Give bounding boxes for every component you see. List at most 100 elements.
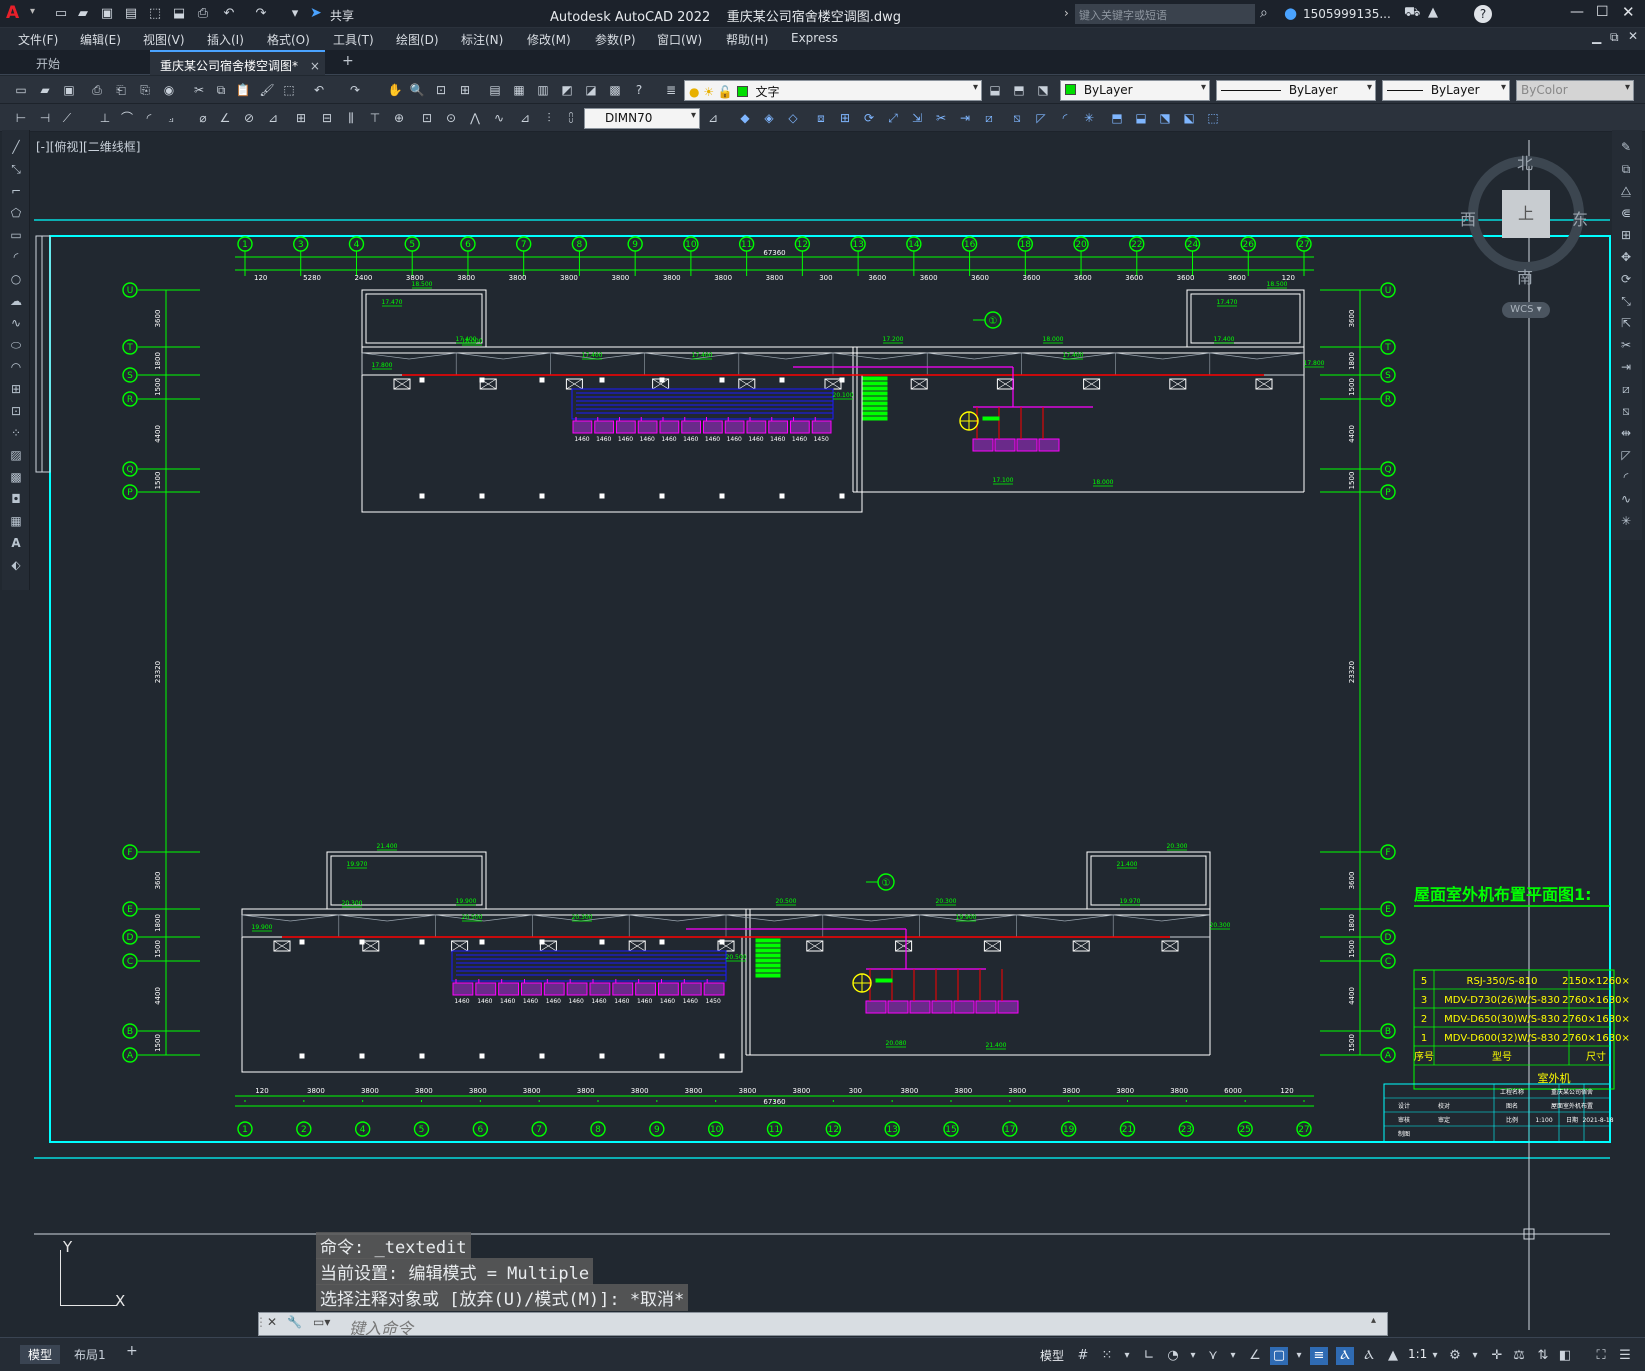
copy-icon[interactable]: ⧉ (1617, 160, 1635, 178)
search-icon[interactable]: ⌕ (1260, 5, 1268, 21)
stretch-icon[interactable]: ⇱ (1617, 314, 1635, 332)
move-icon[interactable]: ◆ (736, 109, 754, 127)
layer-previous-icon[interactable]: ⬒ (1010, 81, 1028, 99)
menu-format[interactable]: 格式(O) (267, 31, 310, 48)
break-icon[interactable]: ⧄ (980, 109, 998, 127)
draworder-under-icon[interactable]: ⬕ (1180, 109, 1198, 127)
user-name[interactable]: 1505999135... (1303, 7, 1391, 21)
tool-palettes-icon[interactable]: ▥ (534, 81, 552, 99)
ellipse-icon[interactable]: ⬭ (7, 336, 25, 354)
spline-icon[interactable]: ∿ (7, 314, 25, 332)
calculator-icon[interactable]: ▩ (606, 81, 624, 99)
jogged-dim-icon[interactable]: ⟓ (162, 109, 180, 127)
rotate-icon[interactable]: ⟳ (860, 109, 878, 127)
fillet-icon[interactable]: ◜ (1056, 109, 1074, 127)
tolerance-icon[interactable]: ⊤ (366, 109, 384, 127)
zoom-window-icon[interactable]: ⊡ (432, 81, 450, 99)
units-icon[interactable]: ⚖ (1510, 1347, 1528, 1365)
chamfer-icon[interactable]: ◸ (1617, 446, 1635, 464)
revcloud-icon[interactable]: ☁ (7, 292, 25, 310)
viewcube-top-face[interactable]: 上 (1502, 190, 1550, 238)
copy-object-icon[interactable]: ◈ (760, 109, 778, 127)
osnap-icon[interactable]: ▢ (1270, 1347, 1288, 1365)
lineweight-icon[interactable]: ≡ (1310, 1347, 1328, 1365)
center-mark-icon[interactable]: ⊕ (390, 109, 408, 127)
customize-qat-icon[interactable]: ▾ (286, 5, 304, 23)
qdim-icon[interactable]: ⊢ (12, 109, 30, 127)
rectangle-icon[interactable]: ▭ (7, 226, 25, 244)
offset-icon[interactable]: ⋐ (1617, 204, 1635, 222)
quick-dim-icon[interactable]: ⊘ (240, 109, 258, 127)
command-history-toggle-icon[interactable]: ▴ (1371, 1315, 1376, 1326)
viewcube-south[interactable]: 南 (1517, 264, 1533, 288)
trim-icon[interactable]: ✂ (932, 109, 950, 127)
cart-icon[interactable]: ⛟ (1404, 5, 1420, 22)
customize-menu-icon[interactable]: ☰ (1616, 1347, 1634, 1365)
explode-icon[interactable]: ✳ (1080, 109, 1098, 127)
pan-icon[interactable]: ✋ (386, 81, 404, 99)
open-icon[interactable]: ▰ (74, 5, 92, 23)
linear-dim-icon[interactable]: ⊣ (36, 109, 54, 127)
menu-window[interactable]: 窗口(W) (657, 31, 702, 48)
save-as-icon[interactable]: ▤ (122, 5, 140, 23)
menu-express[interactable]: Express (791, 31, 838, 45)
dim-text-edit-icon[interactable]: ∿ (490, 109, 508, 127)
cut-icon[interactable]: ✂ (190, 81, 208, 99)
aligned-dim-icon[interactable]: ⟋ (58, 109, 76, 127)
menu-view[interactable]: 视图(V) (143, 31, 185, 48)
match-prop-icon[interactable]: 🖌 (258, 81, 276, 99)
open-icon[interactable]: ▰ (36, 81, 54, 99)
tab-model[interactable]: 模型 (20, 1345, 61, 1364)
qnew-icon[interactable]: ▭ (12, 81, 30, 99)
break-icon[interactable]: ⧅ (1617, 402, 1635, 420)
dimstyle-dropdown[interactable]: DIMN70 ▾ (584, 108, 700, 129)
autocad-logo-icon[interactable]: A (6, 3, 28, 25)
plot-icon[interactable]: ⎙ (88, 81, 106, 99)
annotation-visibility-icon[interactable]: Ⲁ (1336, 1347, 1354, 1365)
new-icon[interactable]: ▭ (52, 5, 70, 23)
circle-icon[interactable]: ○ (7, 270, 25, 288)
polyline-icon[interactable]: ⌐ (7, 182, 25, 200)
move-icon[interactable]: ✥ (1617, 248, 1635, 266)
share-icon[interactable]: ➤ (310, 5, 322, 21)
offset-icon[interactable]: ⧈ (812, 109, 830, 127)
help-icon[interactable]: ? (1474, 5, 1492, 23)
make-block-icon[interactable]: ⊡ (7, 402, 25, 420)
polar-icon[interactable]: ◔ (1164, 1347, 1182, 1365)
lineweight-dropdown[interactable]: ByLayer ▾ (1382, 80, 1510, 101)
dim-edit-icon[interactable]: ⋀ (466, 109, 484, 127)
continue-dim-icon[interactable]: ⊞ (292, 109, 310, 127)
quick-properties-icon[interactable]: ⇅ (1534, 1347, 1552, 1365)
annotation-scale-icon[interactable]: ▲ (1384, 1347, 1402, 1365)
command-close-icon[interactable]: ✕ (267, 1315, 277, 1329)
command-customize-icon[interactable]: 🔧 (287, 1315, 302, 1329)
copy-icon[interactable]: ⧉ (212, 81, 230, 99)
dim-style-manager-icon[interactable]: ⊿ (704, 109, 722, 127)
chamfer-icon[interactable]: ◸ (1032, 109, 1050, 127)
rotate-icon[interactable]: ⟳ (1617, 270, 1635, 288)
search-chevron-icon[interactable]: › (1064, 6, 1069, 20)
hatch-icon[interactable]: ▨ (7, 446, 25, 464)
array-icon[interactable]: ⊞ (836, 109, 854, 127)
ortho-icon[interactable]: ∟ (1140, 1347, 1158, 1365)
design-center-icon[interactable]: ▦ (510, 81, 528, 99)
preview-icon[interactable]: ⎗ (112, 81, 130, 99)
viewcube-east[interactable]: 东 (1572, 206, 1588, 230)
autodesk-app-icon[interactable]: ▲ (1428, 5, 1438, 20)
undo-icon[interactable]: ↶ (310, 81, 328, 99)
ellipse-arc-icon[interactable]: ◠ (7, 358, 25, 376)
drawing-canvas[interactable]: 1 3 4 5 6 7 8 9 10 11 12 13 14 16 18 20 22 24 26 27120 5280 2… (0, 132, 1645, 1332)
draworder-back-icon[interactable]: ⬓ (1132, 109, 1150, 127)
help-icon[interactable]: ? (630, 81, 648, 99)
break-at-point-icon[interactable]: ⧄ (1617, 380, 1635, 398)
annotation-scale-value[interactable]: 1:1 (1408, 1347, 1427, 1361)
annotation-monitor-icon[interactable]: ✛ (1488, 1347, 1506, 1365)
line-icon[interactable]: ╱ (7, 138, 25, 156)
plotstyle-dropdown[interactable]: ByColor ▾ (1516, 80, 1634, 101)
point-icon[interactable]: ⁘ (7, 424, 25, 442)
doc-minimize-icon[interactable]: ▁ (1592, 30, 1601, 44)
construction-line-icon[interactable]: ⤡ (7, 160, 25, 178)
scale-icon[interactable]: ⤡ (1617, 292, 1635, 310)
workspace-dropdown-icon[interactable]: ▾ (1466, 1347, 1484, 1365)
snap-dropdown-icon[interactable]: ▾ (1118, 1347, 1136, 1365)
